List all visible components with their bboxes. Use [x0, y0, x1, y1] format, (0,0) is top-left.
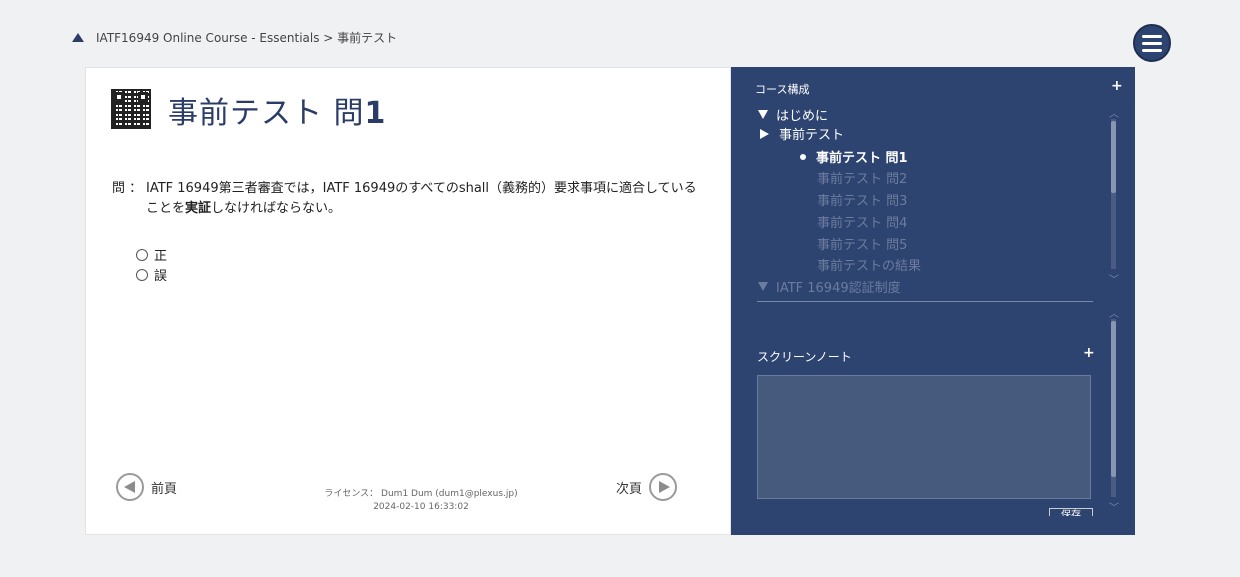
hamburger-icon-bar	[1142, 48, 1162, 52]
screen-note-input[interactable]	[757, 375, 1091, 499]
prev-arrow-icon	[116, 473, 144, 501]
content-card: 事前テスト 問1 問 ： IATF 16949第三者審査では，IATF 1694…	[85, 67, 731, 535]
option-true[interactable]: 正	[136, 245, 167, 264]
note-scroll-thumb[interactable]	[1111, 321, 1116, 477]
breadcrumb: IATF16949 Online Course - Essentials > 事…	[72, 28, 397, 46]
tree-scroll-thumb[interactable]	[1111, 121, 1116, 193]
note-scroll-down-chevron-icon[interactable]: ﹀	[1109, 499, 1119, 514]
note-expand-plus-icon[interactable]: +	[1083, 345, 1095, 361]
breadcrumb-text[interactable]: IATF16949 Online Course - Essentials > 事…	[96, 29, 397, 46]
tree-item-certification[interactable]: IATF 16949認証制度	[758, 277, 901, 296]
save-button[interactable]: 保存	[1049, 508, 1093, 516]
collapse-up-icon[interactable]	[72, 32, 84, 42]
scroll-up-chevron-icon[interactable]: ︿	[1109, 105, 1119, 120]
screen-note-header: スクリーンノート	[757, 350, 852, 364]
tree-item-intro[interactable]: はじめに	[758, 105, 828, 124]
course-header: コース構成	[755, 83, 810, 96]
option-false[interactable]: 誤	[136, 265, 167, 284]
tree-item-pretest[interactable]: 事前テスト	[760, 124, 844, 143]
scroll-down-chevron-icon[interactable]: ﹀	[1109, 271, 1119, 286]
next-button[interactable]: 次頁	[616, 473, 678, 501]
hamburger-icon-bar	[1142, 34, 1162, 38]
tree-item-q4[interactable]: 事前テスト 問4	[817, 212, 907, 231]
page-title: 事前テスト 問1	[168, 96, 387, 131]
next-arrow-icon	[649, 473, 678, 501]
tree-item-results[interactable]: 事前テストの結果	[817, 255, 921, 274]
note-scroll-up-chevron-icon[interactable]: ︿	[1109, 305, 1119, 320]
course-sidebar: コース構成 + はじめに 事前テスト 事前テスト 問1 事前テスト 問2 事前テ…	[731, 67, 1135, 535]
question-label: 問 ：	[112, 181, 143, 196]
expand-plus-icon[interactable]: +	[1111, 78, 1123, 94]
current-dot-icon	[800, 153, 806, 160]
prev-button[interactable]: 前頁	[116, 473, 177, 501]
expanded-triangle-icon	[758, 282, 768, 291]
license-info: ライセンス： Dum1 Dum (dum1@plexus.jp) 2024-02…	[324, 489, 518, 512]
hamburger-icon-bar	[1142, 41, 1162, 45]
expanded-triangle-icon	[758, 110, 768, 119]
collapsed-triangle-icon	[760, 128, 769, 139]
radio-true[interactable]	[136, 248, 148, 261]
menu-button[interactable]	[1133, 24, 1171, 62]
qr-code-icon	[111, 89, 151, 129]
tree-item-q1[interactable]: 事前テスト 問1	[800, 147, 908, 166]
tree-item-q3[interactable]: 事前テスト 問3	[817, 190, 907, 209]
tree-item-q5[interactable]: 事前テスト 問5	[817, 234, 907, 253]
radio-false[interactable]	[136, 268, 148, 281]
question-text: 問 ： IATF 16949第三者審査では，IATF 16949のすべてのsha…	[112, 179, 712, 219]
tree-item-q2[interactable]: 事前テスト 問2	[817, 168, 907, 187]
divider	[757, 301, 1093, 302]
